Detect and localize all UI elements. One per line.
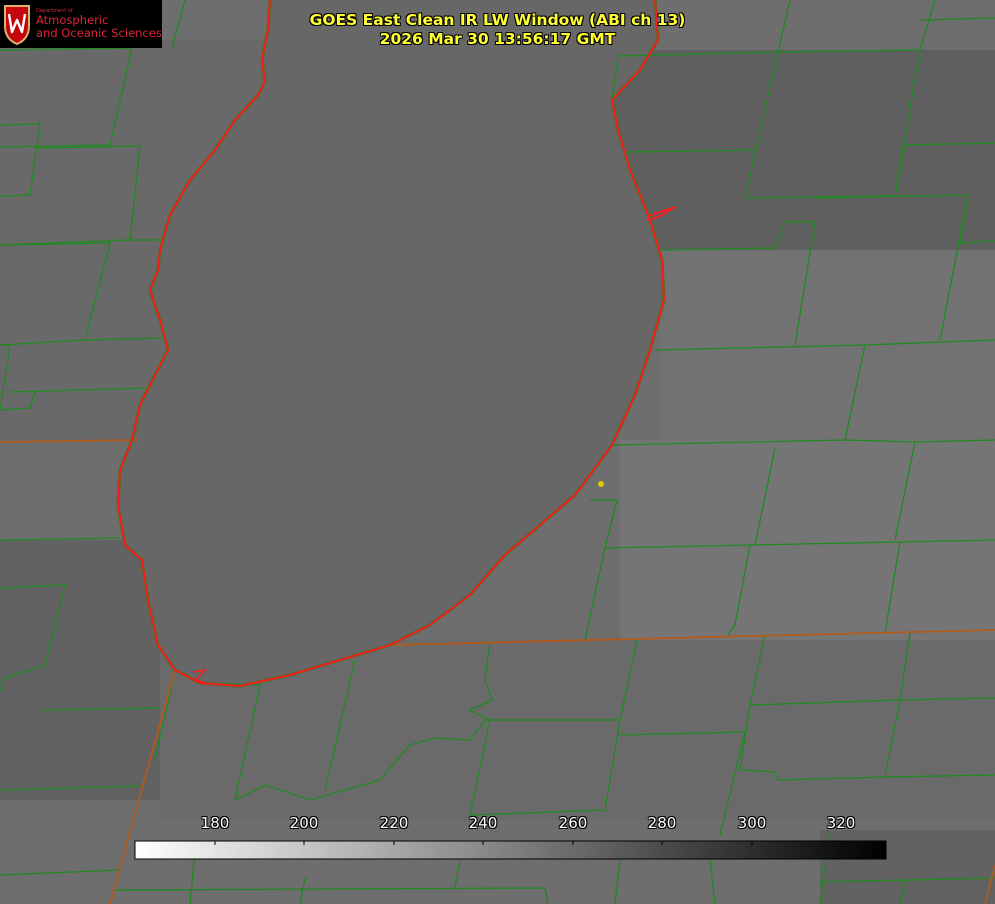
colorbar-tick-label: 180 [200,814,230,832]
colorbar-tick-label: 300 [737,814,767,832]
colorbar-tick-label: 260 [558,814,588,832]
logo-line2: and Oceanic Sciences [36,26,162,40]
colorbar [134,840,887,860]
colorbar-labels: 180 200 220 240 260 280 300 320 [0,814,995,836]
colorbar-tick-label: 200 [289,814,319,832]
colorbar-tick-label: 240 [468,814,498,832]
map-layer [0,0,995,904]
station-marker [598,481,604,487]
colorbar-tick-label: 320 [826,814,856,832]
colorbar-tick-label: 280 [647,814,677,832]
title-timestamp: 2026 Mar 30 13:56:17 GMT [379,30,616,48]
aos-logo: Department of Atmospheric and Oceanic Sc… [0,0,162,48]
image-title: GOES East Clean IR LW Window (ABI ch 13)… [280,11,715,49]
uw-crest-icon [4,5,30,46]
title-product: GOES East Clean IR LW Window (ABI ch 13) [309,11,686,29]
satellite-image: Department of Atmospheric and Oceanic Sc… [0,0,995,904]
logo-text: Department of Atmospheric and Oceanic Sc… [36,8,162,40]
colorbar-tick-label: 220 [379,814,409,832]
